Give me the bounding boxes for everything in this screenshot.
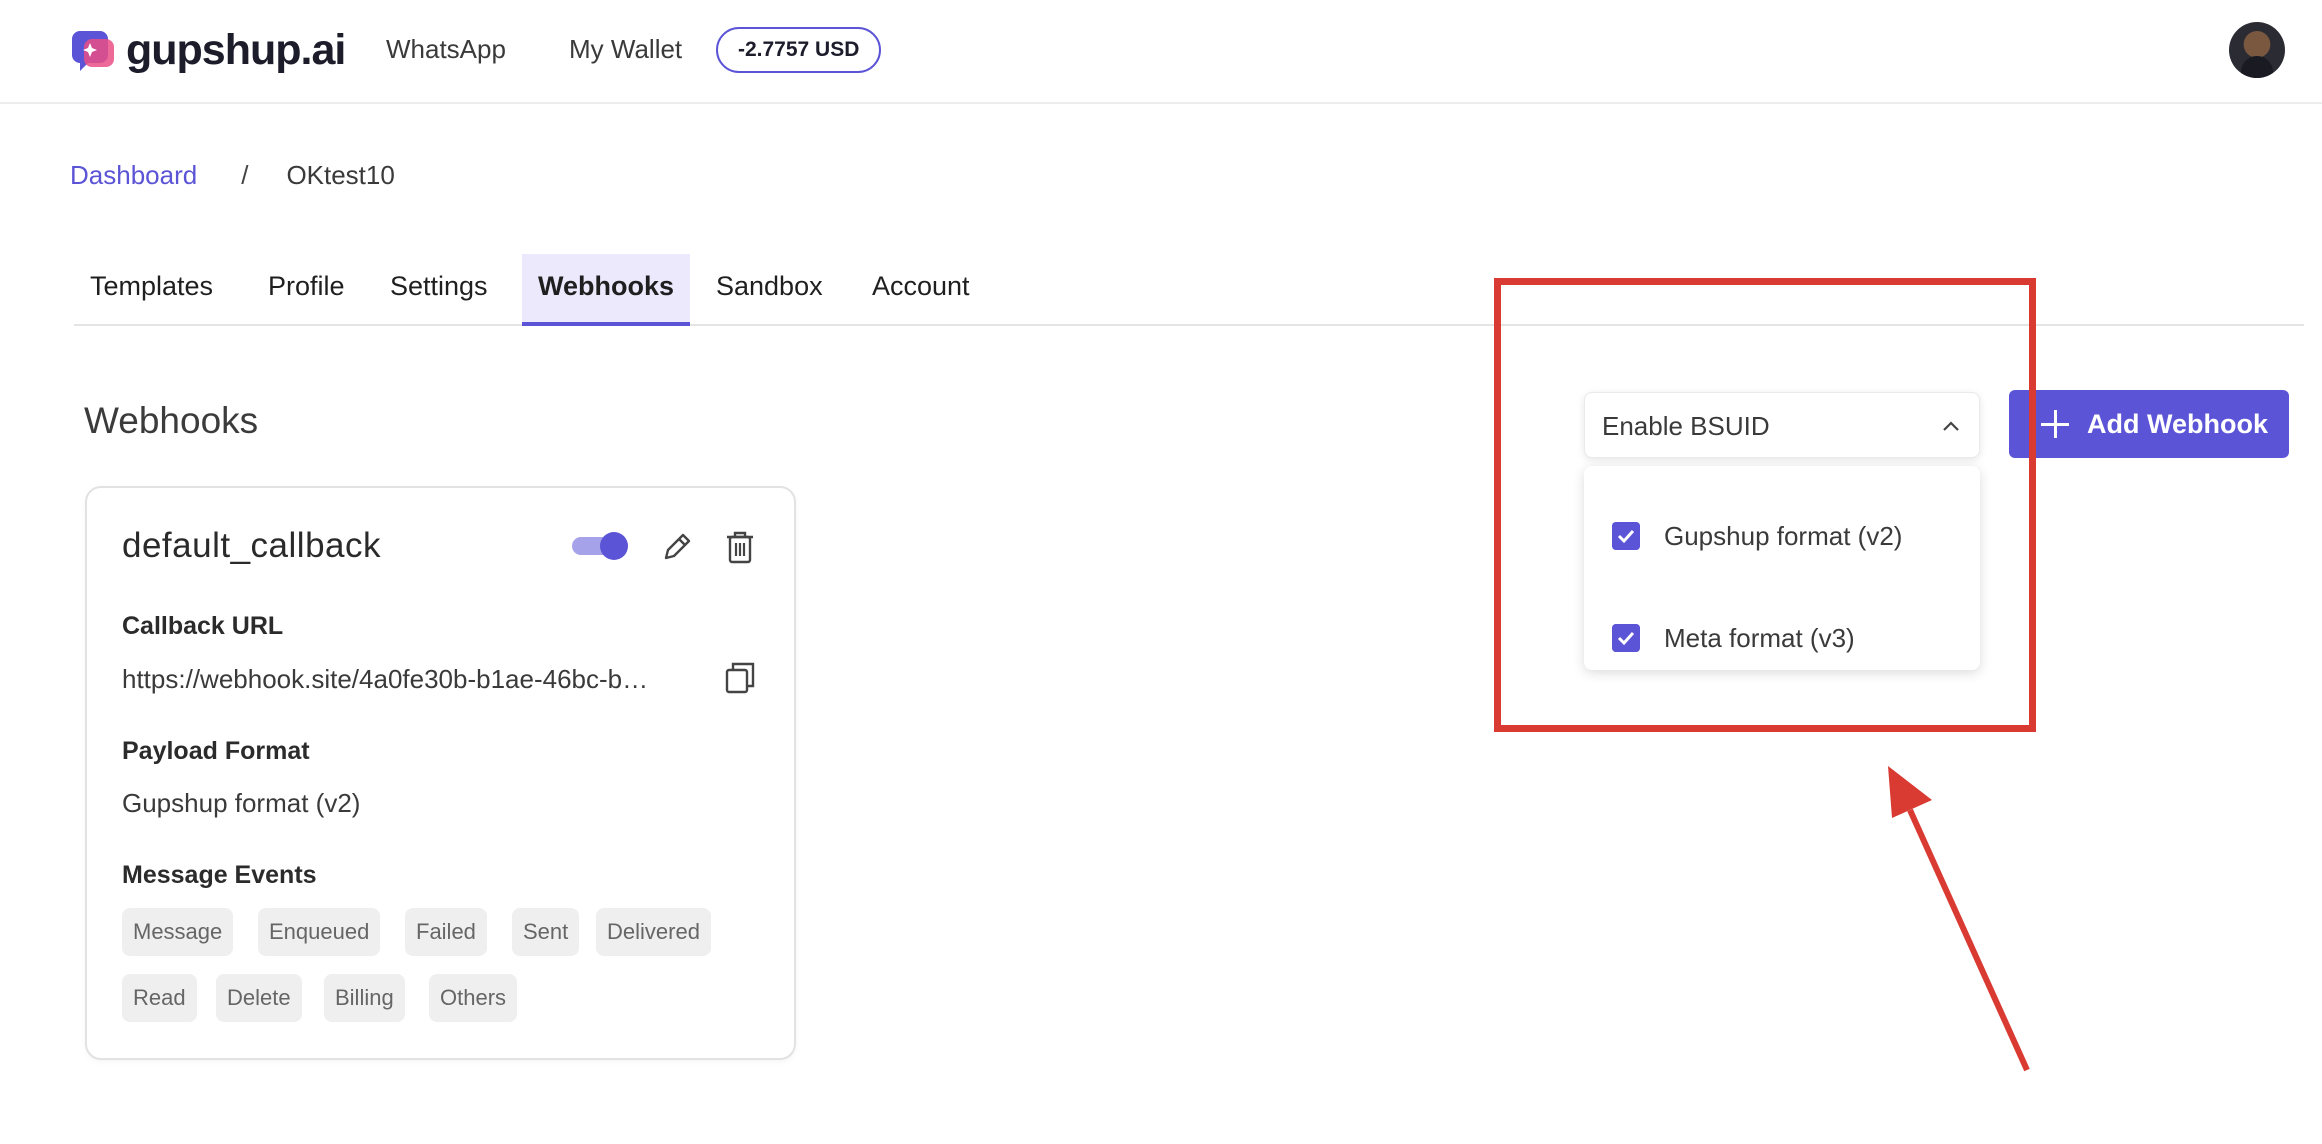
delete-trash-icon[interactable] <box>721 528 759 566</box>
brand-logo[interactable]: gupshup.ai <box>70 26 346 75</box>
tab-webhooks[interactable]: Webhooks <box>522 254 691 326</box>
webhook-name: default_callback <box>122 526 381 565</box>
enable-bsuid-select[interactable]: Enable BSUID <box>1584 392 1980 458</box>
user-avatar[interactable] <box>2229 22 2285 78</box>
breadcrumb-dashboard-link[interactable]: Dashboard <box>70 160 197 191</box>
tab-templates[interactable]: Templates <box>74 254 229 326</box>
event-chip-delivered: Delivered <box>596 908 711 956</box>
event-chip-others: Others <box>429 974 518 1022</box>
event-chip-failed: Failed <box>405 908 487 956</box>
add-webhook-button[interactable]: Add Webhook <box>2009 390 2289 458</box>
option-label: Gupshup format (v2) <box>1664 520 1903 551</box>
event-chip-read: Read <box>122 974 197 1022</box>
callback-url-value: https://webhook.site/4a0fe30b-b1ae-46bc-… <box>122 664 649 694</box>
checkbox-checked-icon[interactable] <box>1612 624 1640 652</box>
message-events-label: Message Events <box>122 861 317 889</box>
tab-sandbox[interactable]: Sandbox <box>700 254 839 326</box>
option-meta-format-v3[interactable]: Meta format (v3) <box>1612 618 1855 658</box>
tab-bar: Templates Profile Settings Webhooks Sand… <box>74 254 2304 326</box>
copy-icon[interactable] <box>721 658 759 696</box>
top-navigation-bar: gupshup.ai WhatsApp My Wallet -2.7757 US… <box>0 0 2322 104</box>
webhook-enabled-toggle[interactable] <box>572 532 628 560</box>
annotation-arrow-icon <box>1888 766 2030 1072</box>
event-chip-billing: Billing <box>324 974 405 1022</box>
payload-format-label: Payload Format <box>122 737 310 765</box>
tab-settings[interactable]: Settings <box>374 254 504 326</box>
tab-profile[interactable]: Profile <box>252 254 361 326</box>
plus-icon <box>2041 410 2069 438</box>
event-chip-message: Message <box>122 908 234 956</box>
breadcrumb: Dashboard / OKtest10 <box>70 160 395 191</box>
bsuid-dropdown-menu: Gupshup format (v2) Meta format (v3) <box>1584 466 1980 670</box>
event-chip-delete: Delete <box>216 974 302 1022</box>
nav-whatsapp[interactable]: WhatsApp <box>386 34 506 65</box>
webhook-card: default_callback Callback URL https://we… <box>85 486 796 1060</box>
event-chip-sent: Sent <box>512 908 580 956</box>
page-title: Webhooks <box>84 400 259 441</box>
tab-account[interactable]: Account <box>856 254 986 326</box>
option-gupshup-format-v2[interactable]: Gupshup format (v2) <box>1612 516 1902 556</box>
checkbox-checked-icon[interactable] <box>1612 522 1640 550</box>
callback-url-label: Callback URL <box>122 612 284 640</box>
option-label: Meta format (v3) <box>1664 622 1855 653</box>
edit-pencil-icon[interactable] <box>658 528 696 566</box>
gupshup-logo-icon <box>72 30 114 71</box>
breadcrumb-separator: / <box>241 160 249 190</box>
wallet-balance-badge[interactable]: -2.7757 USD <box>716 27 882 73</box>
enable-bsuid-label: Enable BSUID <box>1602 411 1770 441</box>
breadcrumb-current: OKtest10 <box>286 160 395 190</box>
chevron-up-icon <box>1943 421 1959 431</box>
payload-format-value: Gupshup format (v2) <box>122 788 361 818</box>
brand-name: gupshup.ai <box>126 26 346 74</box>
toggle-knob <box>600 532 628 560</box>
nav-my-wallet[interactable]: My Wallet <box>569 34 682 65</box>
event-chip-enqueued: Enqueued <box>258 908 381 956</box>
add-webhook-label: Add Webhook <box>2087 408 2268 439</box>
